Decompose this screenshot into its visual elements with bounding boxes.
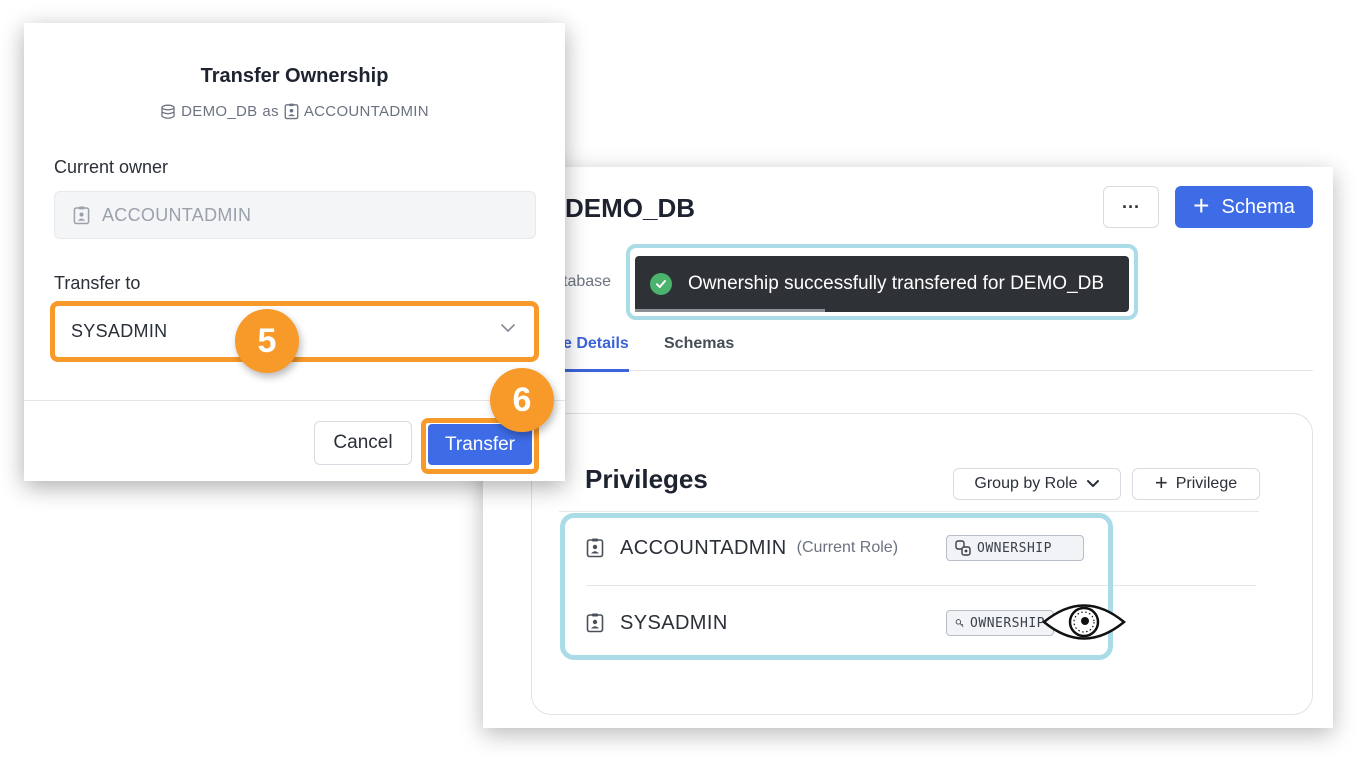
privileges-title: Privileges xyxy=(585,464,708,494)
plus-icon: + xyxy=(1193,189,1210,221)
plus-icon: + xyxy=(1154,470,1168,495)
group-by-label: Group by Role xyxy=(974,475,1078,492)
more-button[interactable]: ··· xyxy=(1103,186,1159,228)
toast-progress-bar xyxy=(635,309,825,312)
role-icon xyxy=(73,206,90,224)
tab-schemas[interactable]: Schemas xyxy=(664,335,734,353)
divider xyxy=(24,400,565,401)
transfer-to-label: Transfer to xyxy=(54,273,141,293)
add-privilege-label: Privilege xyxy=(1175,475,1238,492)
transfer-to-value: SYSADMIN xyxy=(71,320,168,341)
current-owner-label: Current owner xyxy=(54,157,169,177)
dialog-title: Transfer Ownership xyxy=(200,65,389,87)
add-privilege-button[interactable]: + Privilege xyxy=(1132,468,1260,500)
breadcrumb: tabase xyxy=(563,273,612,290)
eye-icon xyxy=(1042,604,1126,640)
dialog-subtitle: DEMO_DB as ACCOUNTADMIN xyxy=(24,103,565,120)
database-icon xyxy=(161,104,175,119)
step-marker-5: 5 xyxy=(235,309,299,373)
role-icon xyxy=(284,103,299,120)
check-circle-icon xyxy=(650,273,672,295)
database-panel: DEMO_DB ··· + Schema tabase Ownership su… xyxy=(483,167,1333,728)
success-toast: Ownership successfully transfered for DE… xyxy=(635,256,1129,312)
divider xyxy=(559,511,1259,512)
tab-details[interactable]: e Details xyxy=(559,335,629,372)
add-schema-label: Schema xyxy=(1221,195,1295,218)
chevron-down-icon xyxy=(501,324,515,332)
database-title: DEMO_DB xyxy=(565,193,696,223)
subtitle-as: as xyxy=(262,103,279,120)
subtitle-database: DEMO_DB xyxy=(181,103,258,120)
toast-message: Ownership successfully transfered for DE… xyxy=(688,273,1105,294)
step-marker-6: 6 xyxy=(490,368,554,432)
cancel-button[interactable]: Cancel xyxy=(314,421,412,465)
group-by-role-button[interactable]: Group by Role xyxy=(953,468,1121,500)
rows-highlight xyxy=(560,513,1113,660)
add-schema-button[interactable]: + Schema xyxy=(1175,186,1313,228)
subtitle-role: ACCOUNTADMIN xyxy=(303,103,429,120)
chevron-down-icon xyxy=(1086,480,1099,487)
transfer-ownership-dialog: Transfer Ownership DEMO_DB as ACCOUNTADM… xyxy=(24,23,565,481)
current-owner-value: ACCOUNTADMIN xyxy=(102,204,252,225)
tab-bar: e Details Schemas xyxy=(559,331,1313,372)
current-owner-field: ACCOUNTADMIN xyxy=(54,191,536,239)
